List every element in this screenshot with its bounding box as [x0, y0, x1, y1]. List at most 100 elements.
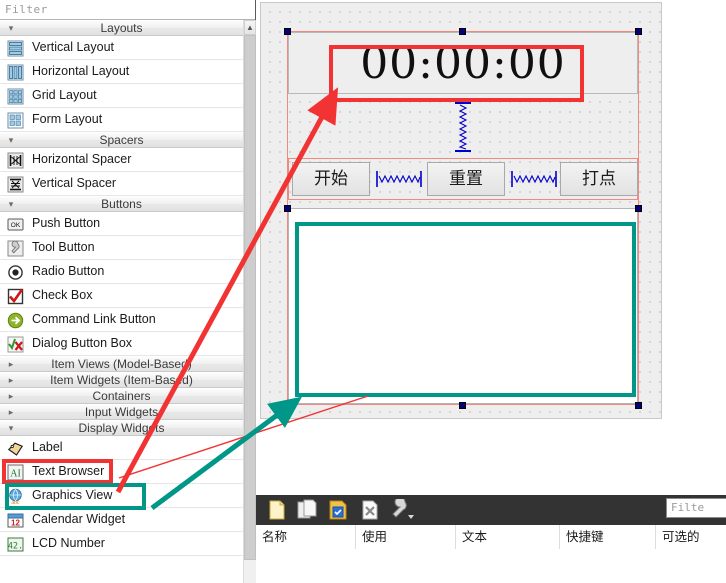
- widget-item-label: Label: [32, 440, 63, 454]
- resize-handle-ml[interactable]: [284, 205, 291, 212]
- widget-item-label: Check Box: [32, 288, 93, 302]
- new-action-icon[interactable]: [264, 499, 288, 521]
- widget-item-horizontal-spacer[interactable]: Horizontal Spacer: [0, 148, 243, 172]
- widget-box-filter-placeholder: Filter: [5, 3, 48, 16]
- resize-handle-tl[interactable]: [284, 28, 291, 35]
- radio-button-icon: [7, 264, 24, 281]
- resize-handle-mr[interactable]: [635, 205, 642, 212]
- horizontal-spacer-widget-1[interactable]: [376, 168, 422, 190]
- start-button[interactable]: 开始: [292, 162, 370, 196]
- svg-text:12: 12: [11, 519, 20, 528]
- widget-item-lcd-number[interactable]: 42. LCD Number: [0, 532, 243, 556]
- annotation-box-text-browser: [295, 222, 636, 397]
- column-header-shortcut[interactable]: 快捷键: [560, 525, 656, 549]
- resize-handle-tc[interactable]: [459, 28, 466, 35]
- push-button-icon: OK: [7, 216, 24, 233]
- widget-box-filter[interactable]: Filter: [0, 0, 255, 20]
- widget-item-label: Horizontal Layout: [32, 64, 130, 78]
- widget-group-4[interactable]: ▸ Item Widgets (Item-Based): [0, 372, 243, 388]
- vertical-spacer-widget[interactable]: [451, 101, 475, 153]
- svg-text:42.: 42.: [8, 542, 23, 552]
- widget-item-label: Horizontal Spacer: [32, 152, 132, 166]
- reset-button-label: 重置: [449, 169, 483, 189]
- annotation-box-label-entry: [2, 459, 113, 484]
- widget-item-calendar-widget[interactable]: 12 Calendar Widget: [0, 508, 243, 532]
- widget-group-6[interactable]: ▸ Input Widgets: [0, 404, 243, 420]
- widget-item-vertical-spacer[interactable]: Vertical Spacer: [0, 172, 243, 196]
- action-filter-placeholder: Filte: [671, 501, 705, 514]
- horizontal-layout-icon: [7, 64, 24, 81]
- widget-group-label: Item Widgets (Item-Based): [50, 373, 193, 387]
- widget-item-radio-button[interactable]: Radio Button: [0, 260, 243, 284]
- widget-group-7[interactable]: ▾ Display Widgets: [0, 420, 243, 436]
- copy-action-icon[interactable]: [294, 499, 318, 521]
- annotation-box-lcd: [329, 45, 584, 102]
- action-table-body[interactable]: [256, 550, 726, 583]
- scrollbar-thumb[interactable]: [244, 35, 256, 560]
- action-editor-toolbar: Filte: [256, 495, 726, 525]
- configure-icon[interactable]: [388, 496, 414, 521]
- action-table-header: 名称 使用 文本 快捷键 可选的: [256, 525, 726, 551]
- widget-item-horizontal-layout[interactable]: Horizontal Layout: [0, 60, 243, 84]
- paste-action-icon[interactable]: [326, 499, 350, 521]
- widget-item-grid-layout[interactable]: Grid Layout: [0, 84, 243, 108]
- lcd-number-icon: 42.: [7, 536, 24, 553]
- horizontal-spacer-widget-2[interactable]: [511, 168, 557, 190]
- dialog-button-box-icon: [7, 336, 24, 353]
- widget-item-label: Form Layout: [32, 112, 103, 126]
- action-filter-input[interactable]: Filte: [666, 498, 726, 518]
- label-icon: [7, 440, 24, 457]
- resize-handle-bc[interactable]: [459, 402, 466, 409]
- reset-button[interactable]: 重置: [427, 162, 505, 196]
- widget-group-1[interactable]: ▾ Spacers: [0, 132, 243, 148]
- widget-item-label: Vertical Spacer: [32, 176, 117, 190]
- form-layout-icon: [7, 112, 24, 129]
- widget-item-label: LCD Number: [32, 536, 105, 550]
- widget-group-0[interactable]: ▾ Layouts: [0, 20, 243, 36]
- widget-item-label: Push Button: [32, 216, 101, 230]
- check-box-icon: [7, 288, 24, 305]
- column-header-used[interactable]: 使用: [356, 525, 456, 549]
- widget-group-label: Spacers: [99, 133, 144, 147]
- widget-group-5[interactable]: ▸ Containers: [0, 388, 243, 404]
- widget-item-label: Vertical Layout: [32, 40, 114, 54]
- vertical-spacer-icon: [7, 176, 24, 193]
- widget-group-label: Input Widgets: [84, 405, 159, 419]
- widget-item-label: Radio Button: [32, 264, 105, 278]
- svg-text:OK: OK: [11, 222, 21, 229]
- column-header-text[interactable]: 文本: [456, 525, 560, 549]
- resize-handle-br[interactable]: [635, 402, 642, 409]
- grid-layout-icon: [7, 88, 24, 105]
- widget-group-label: Layouts: [100, 21, 143, 35]
- lap-button[interactable]: 打点: [560, 162, 638, 196]
- widget-item-label: Tool Button: [32, 240, 95, 254]
- scroll-up-icon[interactable]: ▲: [244, 20, 256, 35]
- widget-item-vertical-layout[interactable]: Vertical Layout: [0, 36, 243, 60]
- widget-group-label: Item Views (Model-Based): [51, 357, 192, 371]
- widget-item-label: Grid Layout: [32, 88, 97, 102]
- column-header-name[interactable]: 名称: [256, 525, 356, 549]
- widget-group-label: Buttons: [101, 197, 142, 211]
- annotation-box-text-browser-entry: [5, 483, 146, 510]
- widget-item-form-layout[interactable]: Form Layout: [0, 108, 243, 132]
- tool-button-icon: [7, 240, 24, 257]
- resize-handle-bl[interactable]: [284, 402, 291, 409]
- resize-handle-tr[interactable]: [635, 28, 642, 35]
- widget-item-command-link[interactable]: Command Link Button: [0, 308, 243, 332]
- widget-box-scrollbar[interactable]: ▲: [243, 20, 256, 583]
- widget-item-push-button[interactable]: OK Push Button: [0, 212, 243, 236]
- calendar-widget-icon: 12: [7, 512, 24, 529]
- widget-group-3[interactable]: ▸ Item Views (Model-Based): [0, 356, 243, 372]
- widget-item-check-box[interactable]: Check Box: [0, 284, 243, 308]
- column-header-checkable[interactable]: 可选的: [656, 525, 726, 549]
- widget-item-dialog-button-box[interactable]: Dialog Button Box: [0, 332, 243, 356]
- widget-item-tool-button[interactable]: Tool Button: [0, 236, 243, 260]
- widget-item-label: Command Link Button: [32, 312, 156, 326]
- widget-group-2[interactable]: ▾ Buttons: [0, 196, 243, 212]
- widget-group-label: Display Widgets: [78, 421, 165, 435]
- horizontal-spacer-icon: [7, 152, 24, 169]
- delete-action-icon[interactable]: [358, 499, 382, 521]
- lap-button-label: 打点: [582, 169, 616, 189]
- widget-item-label[interactable]: Label: [0, 436, 243, 460]
- widget-item-label: Calendar Widget: [32, 512, 126, 526]
